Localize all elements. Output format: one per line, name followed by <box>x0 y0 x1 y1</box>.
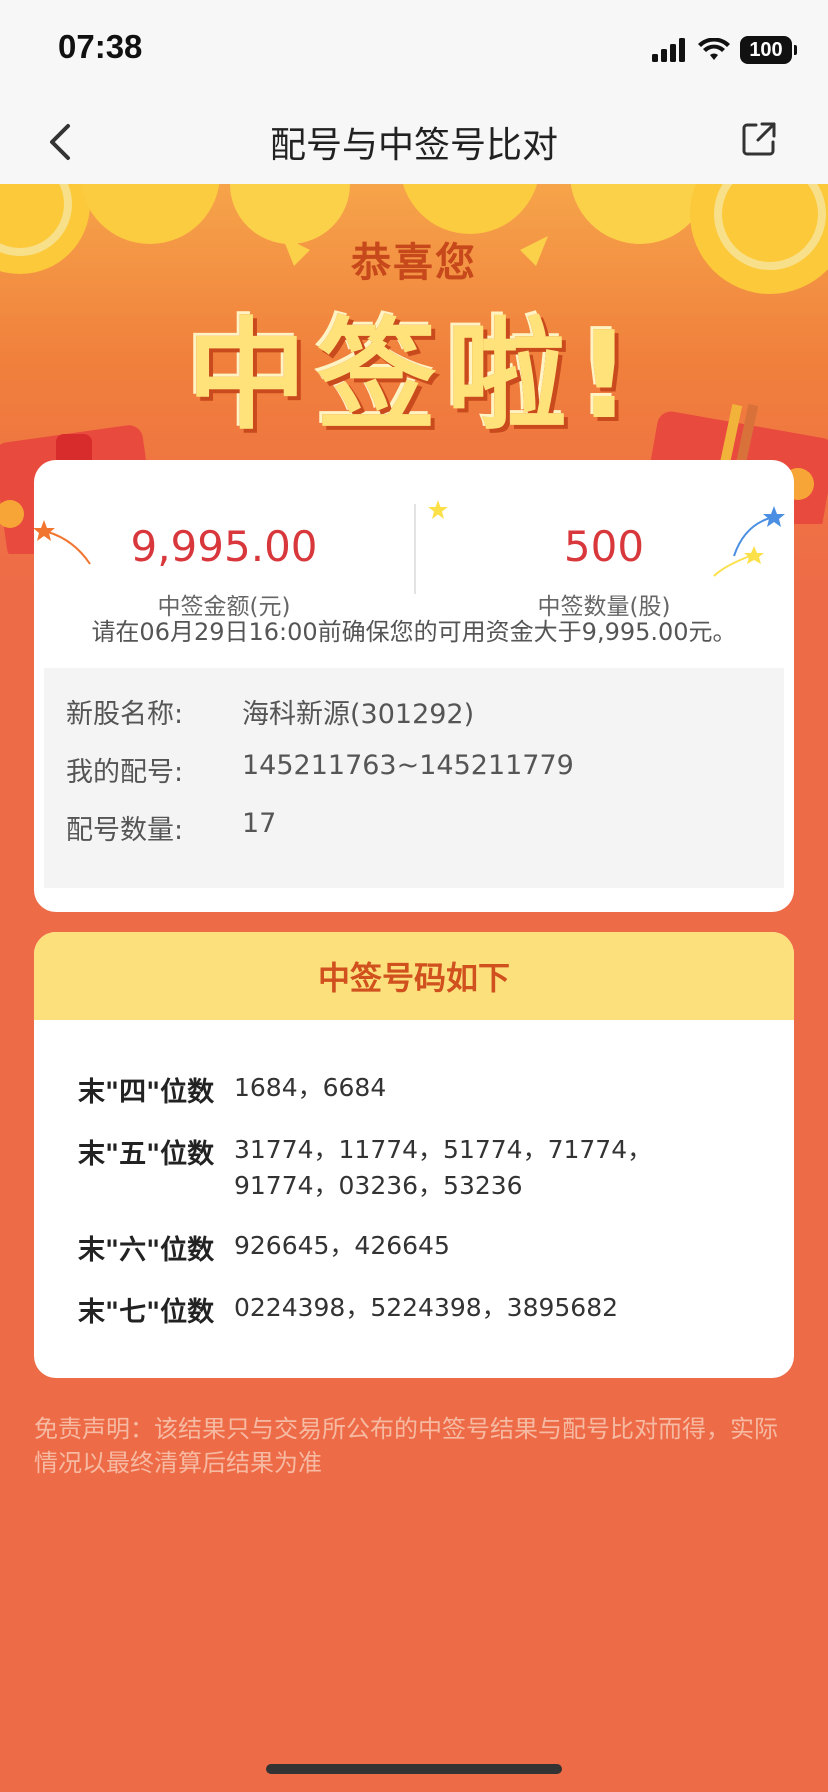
winning-numbers-list: 926645，426645 <box>234 1231 450 1260</box>
number-count-label: 配号数量: <box>66 815 184 846</box>
wifi-icon <box>698 38 730 60</box>
digit-group-label: 末"四"位数 <box>78 1077 215 1108</box>
winning-numbers-list: 31774，11774，51774，71774，91774，03236，5323… <box>234 1135 653 1200</box>
share-external-icon <box>742 122 776 156</box>
shares-stat: 500 中签数量(股) <box>414 522 794 621</box>
winning-numbers-list: 0224398，5224398，3895682 <box>234 1293 619 1322</box>
cellular-signal-icon <box>652 38 685 62</box>
digit-group-label: 末"七"位数 <box>78 1297 215 1328</box>
page-title: 配号与中签号比对 <box>269 125 558 166</box>
list-item: 末"四"位数 1684，6684 <box>78 1070 734 1109</box>
stock-name-row: 新股名称: 海科新源(301292) <box>66 692 474 731</box>
top-bar: 07:38 100 配号与中签号比对 <box>0 0 828 184</box>
list-item: 末"五"位数 31774，11774，51774，71774，91774，032… <box>78 1132 734 1204</box>
winning-numbers-card: 中签号码如下 末"四"位数 1684，6684 末"五"位数 31774，117… <box>34 932 794 1378</box>
winning-numbers-list: 1684，6684 <box>234 1073 387 1102</box>
stock-name-label: 新股名称: <box>66 699 184 730</box>
number-count-row: 配号数量: 17 <box>66 808 276 847</box>
list-item: 末"七"位数 0224398，5224398，3895682 <box>78 1290 734 1329</box>
home-indicator[interactable] <box>266 1764 562 1774</box>
share-button[interactable] <box>740 120 778 158</box>
banner-title: 中签啦! <box>186 307 642 446</box>
status-time: 07:38 <box>58 28 143 65</box>
confetti-star-decoration <box>428 500 448 519</box>
win-amount-value: 9,995.00 <box>130 522 318 571</box>
digit-group-label: 末"六"位数 <box>78 1235 215 1266</box>
payment-notice: 请在06月29日16:00前确保您的可用资金大于9,995.00元。 <box>91 618 737 646</box>
my-numbers-row: 我的配号: 145211763~145211779 <box>66 750 574 789</box>
win-shares-value: 500 <box>563 522 645 571</box>
disclaimer-text: 免责声明：该结果只与交易所公布的中签号结果与配号比对而得，实际情况以最终清算后结… <box>34 1415 778 1477</box>
list-item: 末"六"位数 926645，426645 <box>78 1228 734 1267</box>
summary-card: 9,995.00 中签金额(元) 500 中签数量(股) 请在06月29日16:… <box>34 460 794 912</box>
digit-group-label: 末"五"位数 <box>78 1139 215 1170</box>
stock-info-box: 新股名称: 海科新源(301292) 我的配号: 145211763~14521… <box>44 668 784 888</box>
battery-icon: 100 <box>740 36 797 64</box>
status-icons: 100 <box>652 34 797 66</box>
my-numbers-value: 145211763~145211779 <box>242 750 574 781</box>
winning-numbers-header: 中签号码如下 <box>34 932 794 1020</box>
my-numbers-label: 我的配号: <box>66 757 184 788</box>
amount-stat: 9,995.00 中签金额(元) <box>34 522 414 621</box>
number-count-value: 17 <box>242 808 277 839</box>
stock-name-value: 海科新源(301292) <box>242 699 475 730</box>
